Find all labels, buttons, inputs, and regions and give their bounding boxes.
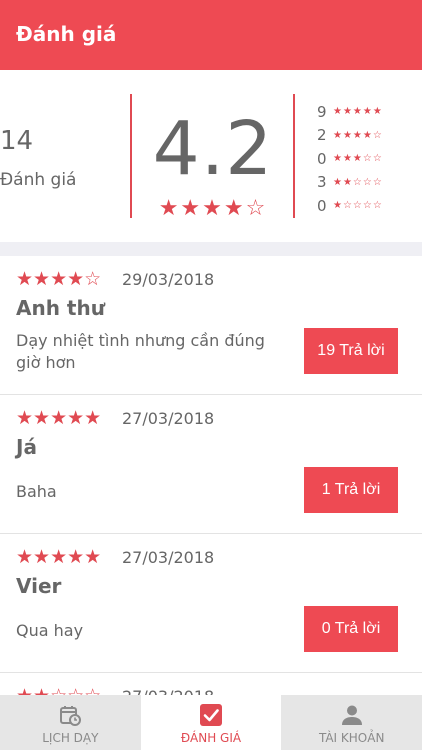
review-date: 29/03/2018: [122, 270, 215, 289]
average-stars: ★★★★☆: [158, 196, 268, 221]
review-list[interactable]: ★★★★☆ 29/03/2018 Anh thư Dạy nhiệt tình …: [0, 256, 422, 673]
reply-button[interactable]: 0 Trả lời: [304, 606, 398, 652]
review-count: 14: [0, 126, 34, 156]
rating-distribution: 9 ★★★★★ 2 ★★★★☆ 0 ★★★☆☆ 3 ★★☆☆☆ 0 ★☆☆☆☆: [317, 100, 383, 218]
review-text: Dạy nhiệt tình nhưng cần đúng giờ hơn: [16, 331, 265, 372]
tab-reviews[interactable]: ĐÁNH GIÁ: [140, 695, 282, 750]
distribution-stars: ★★☆☆☆: [333, 176, 383, 188]
rating-summary: 14 Đánh giá 4.2 ★★★★☆ 9 ★★★★★ 2 ★★★★☆ 0 …: [0, 70, 422, 242]
calendar-clock-icon: [60, 706, 82, 726]
review-item[interactable]: ★★★★☆ 29/03/2018 Anh thư Dạy nhiệt tình …: [0, 256, 422, 395]
review-date: 27/03/2018: [122, 687, 214, 695]
review-item[interactable]: ★★★★★ 27/03/2018 Vier Qua hay 0 Trả lời: [0, 534, 422, 673]
divider: [293, 94, 295, 218]
tab-label: TÀI KHOẢN: [318, 731, 385, 745]
review-stars: ★★★★★: [16, 407, 102, 429]
average-rating: 4.2: [152, 106, 274, 192]
reply-button[interactable]: 1 Trả lời: [304, 467, 398, 513]
reviewer-name: Anh thư: [16, 296, 105, 320]
review-date: 27/03/2018: [122, 548, 215, 567]
section-separator: [0, 242, 422, 256]
review-text: Qua hay: [16, 621, 84, 640]
distribution-stars: ★★★☆☆: [333, 153, 383, 165]
distribution-count: 9: [317, 102, 327, 121]
distribution-count: 0: [317, 196, 327, 215]
review-count-label: Đánh giá: [0, 170, 77, 190]
review-stars: ★★★★★: [16, 546, 102, 568]
tab-label: ĐÁNH GIÁ: [180, 731, 242, 745]
distribution-row-1: 0 ★☆☆☆☆: [317, 194, 383, 218]
review-text: Baha: [16, 482, 57, 501]
distribution-row-2: 3 ★★☆☆☆: [317, 171, 383, 195]
reviewer-name: Já: [16, 435, 37, 459]
checkbox-icon: [200, 704, 222, 726]
tab-schedule[interactable]: LỊCH DẠY: [0, 695, 141, 750]
bottom-tab-bar: LỊCH DẠY ĐÁNH GIÁ TÀI KHOẢN: [0, 695, 422, 750]
app-header: Đánh giá: [0, 0, 422, 70]
distribution-row-3: 0 ★★★☆☆: [317, 147, 383, 171]
tab-label: LỊCH DẠY: [42, 731, 99, 745]
review-date: 27/03/2018: [122, 409, 215, 428]
review-stars: ★★★★☆: [16, 268, 102, 290]
tab-account[interactable]: TÀI KHOẢN: [281, 695, 422, 750]
review-item[interactable]: ★★★★★ 27/03/2018 Já Baha 1 Trả lời: [0, 395, 422, 534]
reply-button[interactable]: 19 Trả lời: [304, 328, 398, 374]
reviewer-name: Vier: [16, 574, 62, 598]
distribution-count: 0: [317, 149, 327, 168]
page-title: Đánh giá: [16, 22, 117, 46]
distribution-stars: ★★★★★: [333, 106, 383, 118]
review-item-partial[interactable]: ★★☆☆☆ 27/03/2018: [0, 673, 422, 695]
distribution-count: 2: [317, 126, 327, 145]
distribution-row-4: 2 ★★★★☆: [317, 124, 383, 148]
distribution-count: 3: [317, 173, 327, 192]
distribution-stars: ★★★★☆: [333, 129, 383, 141]
review-stars: ★★☆☆☆: [16, 685, 101, 695]
person-icon: [341, 705, 362, 725]
distribution-stars: ★☆☆☆☆: [333, 200, 383, 212]
distribution-row-5: 9 ★★★★★: [317, 100, 383, 124]
